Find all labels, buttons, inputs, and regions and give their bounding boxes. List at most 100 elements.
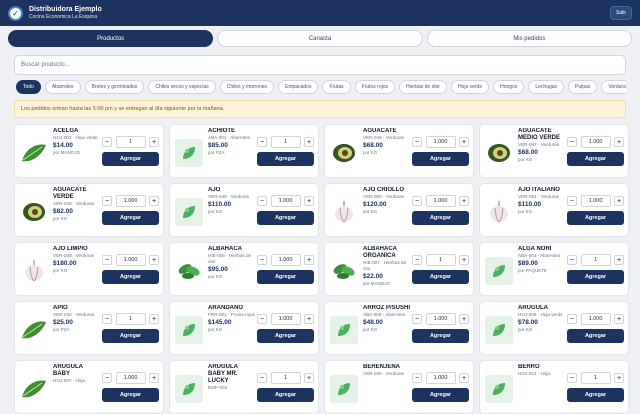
tab-canasta[interactable]: Canasta (217, 30, 423, 47)
quantity-input[interactable]: 1 (115, 136, 146, 148)
add-to-cart-button[interactable]: Agregar (567, 270, 624, 284)
product-name: AJO (208, 187, 221, 193)
quantity-input[interactable]: 1.000 (425, 313, 456, 325)
decrement-button[interactable]: − (412, 137, 422, 147)
category-chip[interactable]: Chiles secos y especias (148, 80, 216, 94)
product-price: $120.00 (363, 201, 387, 208)
decrement-button[interactable]: − (257, 196, 267, 206)
search-input[interactable]: Buscar producto... (14, 55, 626, 75)
category-chip[interactable]: Hongos (493, 80, 525, 94)
increment-button[interactable]: + (614, 196, 624, 206)
quantity-input[interactable]: 1 (425, 254, 456, 266)
quantity-input[interactable]: 1.000 (270, 313, 301, 325)
decrement-button[interactable]: − (102, 196, 112, 206)
logout-button[interactable]: Salir (609, 6, 632, 20)
add-to-cart-button[interactable]: Agregar (257, 211, 314, 225)
product-price: $89.00 (518, 260, 538, 267)
quantity-input[interactable]: 1.000 (270, 254, 301, 266)
add-to-cart-button[interactable]: Agregar (102, 270, 159, 284)
decrement-button[interactable]: − (257, 314, 267, 324)
increment-button[interactable]: + (614, 373, 624, 383)
increment-button[interactable]: + (304, 314, 314, 324)
increment-button[interactable]: + (304, 196, 314, 206)
category-chip[interactable]: Empacados (278, 80, 319, 94)
quantity-input[interactable]: 1.000 (115, 254, 146, 266)
category-chip[interactable]: Brotes y germinados (84, 80, 145, 94)
quantity-input[interactable]: 1.000 (425, 136, 456, 148)
quantity-input[interactable]: 1 (270, 372, 301, 384)
add-to-cart-button[interactable]: Agregar (567, 329, 624, 343)
quantity-input[interactable]: 1.000 (425, 372, 456, 384)
category-chip[interactable]: Frutas (322, 80, 351, 94)
decrement-button[interactable]: − (567, 137, 577, 147)
quantity-input[interactable]: 1 (270, 136, 301, 148)
decrement-button[interactable]: − (102, 137, 112, 147)
decrement-button[interactable]: − (412, 255, 422, 265)
increment-button[interactable]: + (304, 255, 314, 265)
decrement-button[interactable]: − (567, 373, 577, 383)
increment-button[interactable]: + (149, 255, 159, 265)
category-chip[interactable]: Todo (16, 80, 41, 94)
add-to-cart-button[interactable]: Agregar (102, 152, 159, 166)
increment-button[interactable]: + (459, 373, 469, 383)
quantity-input[interactable]: 1 (580, 372, 611, 384)
add-to-cart-button[interactable]: Agregar (412, 329, 469, 343)
category-chip[interactable]: Hoja verde (450, 80, 490, 94)
category-chip[interactable]: Abarrotes (44, 80, 81, 94)
increment-button[interactable]: + (304, 373, 314, 383)
quantity-input[interactable]: 1.000 (580, 195, 611, 207)
increment-button[interactable]: + (614, 255, 624, 265)
increment-button[interactable]: + (459, 196, 469, 206)
decrement-button[interactable]: − (257, 373, 267, 383)
product-name: ACELGA (53, 128, 79, 134)
increment-button[interactable]: + (459, 137, 469, 147)
add-to-cart-button[interactable]: Agregar (257, 329, 314, 343)
decrement-button[interactable]: − (102, 255, 112, 265)
tab-mis-pedidos[interactable]: Mis pedidos (426, 30, 632, 47)
category-chip[interactable]: Verduras (601, 80, 626, 94)
decrement-button[interactable]: − (412, 196, 422, 206)
category-chip[interactable]: Hierbas de olor (399, 80, 447, 94)
increment-button[interactable]: + (614, 314, 624, 324)
add-to-cart-button[interactable]: Agregar (412, 211, 469, 225)
category-chip[interactable]: Pulpas (568, 80, 598, 94)
quantity-input[interactable]: 1.000 (115, 372, 146, 384)
category-chip[interactable]: Frutos rojos (354, 80, 396, 94)
add-to-cart-button[interactable]: Agregar (567, 211, 624, 225)
increment-button[interactable]: + (304, 137, 314, 147)
increment-button[interactable]: + (459, 255, 469, 265)
quantity-input[interactable]: 1 (580, 254, 611, 266)
quantity-input[interactable]: 1.000 (580, 313, 611, 325)
add-to-cart-button[interactable]: Agregar (412, 152, 469, 166)
quantity-input[interactable]: 1 (115, 313, 146, 325)
category-chip[interactable]: Chiles y morrones (219, 80, 275, 94)
decrement-button[interactable]: − (567, 314, 577, 324)
quantity-input[interactable]: 1.000 (115, 195, 146, 207)
quantity-input[interactable]: 1.000 (580, 136, 611, 148)
decrement-button[interactable]: − (567, 196, 577, 206)
decrement-button[interactable]: − (102, 314, 112, 324)
decrement-button[interactable]: − (412, 373, 422, 383)
quantity-input[interactable]: 1.000 (270, 195, 301, 207)
add-to-cart-button[interactable]: Agregar (257, 270, 314, 284)
tab-productos[interactable]: Productos (8, 30, 214, 47)
increment-button[interactable]: + (149, 196, 159, 206)
product-code: HOJ-014 · Hoja (518, 371, 550, 376)
decrement-button[interactable]: − (257, 255, 267, 265)
increment-button[interactable]: + (149, 373, 159, 383)
add-to-cart-button[interactable]: Agregar (102, 329, 159, 343)
add-to-cart-button[interactable]: Agregar (412, 270, 469, 284)
add-to-cart-button[interactable]: Agregar (567, 152, 624, 166)
increment-button[interactable]: + (459, 314, 469, 324)
increment-button[interactable]: + (614, 137, 624, 147)
add-to-cart-button[interactable]: Agregar (102, 211, 159, 225)
decrement-button[interactable]: − (567, 255, 577, 265)
decrement-button[interactable]: − (257, 137, 267, 147)
decrement-button[interactable]: − (102, 373, 112, 383)
increment-button[interactable]: + (149, 314, 159, 324)
decrement-button[interactable]: − (412, 314, 422, 324)
add-to-cart-button[interactable]: Agregar (257, 152, 314, 166)
increment-button[interactable]: + (149, 137, 159, 147)
category-chip[interactable]: Lechugas (528, 80, 565, 94)
quantity-input[interactable]: 1.000 (425, 195, 456, 207)
